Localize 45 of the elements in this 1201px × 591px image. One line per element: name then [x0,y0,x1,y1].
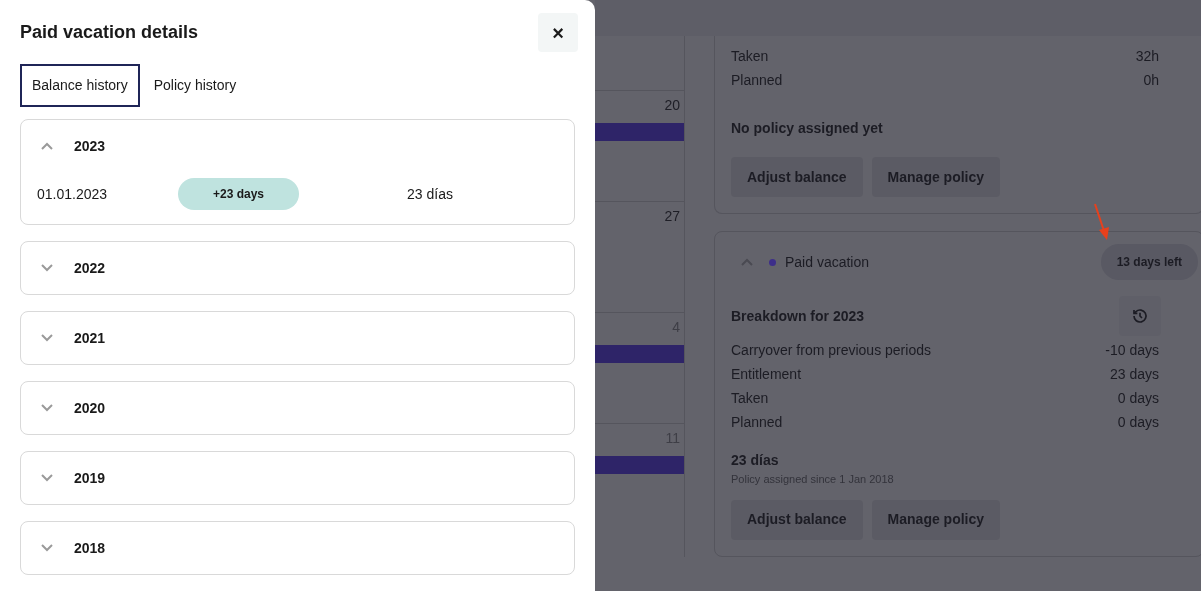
event-bar[interactable] [595,123,684,141]
policy-title: 23 días [731,451,780,470]
close-button[interactable]: × [538,13,578,52]
event-bar[interactable] [595,456,684,474]
year-header[interactable]: 2023 [21,120,574,172]
card-title: Paid vacation [785,252,870,272]
annotation-arrow-icon [1092,202,1111,242]
chevron-down-icon [41,544,53,552]
chevron-up-icon [41,142,53,150]
row-value: 0 days [1117,388,1159,408]
row-label: Planned [731,70,783,90]
year-header[interactable]: 2018 [21,522,574,574]
entry-date: 01.01.2023 [37,184,109,204]
row-label: Planned [731,412,783,432]
year-header[interactable]: 2020 [21,382,574,434]
row-value: -10 days [1105,340,1159,360]
days-left-badge: 13 days left [1100,244,1198,280]
row-value: 32h [1135,46,1159,66]
row-value: 0 days [1117,412,1159,432]
tab[interactable]: Balance history [20,64,140,107]
year-header[interactable]: 2022 [21,242,574,294]
year-header[interactable]: 2021 [21,312,574,364]
chevron-up-icon [741,258,753,266]
breakdown-title: Breakdown for 2023 [731,306,865,326]
day-number: 27 [664,207,680,226]
entry-balance: 23 días [407,184,453,204]
change-pill: +23 days [178,178,299,210]
day-number: 20 [664,96,680,115]
event-bar[interactable] [595,345,684,363]
history-icon [1132,308,1148,324]
row-label: Entitlement [731,364,802,384]
policy-title: No policy assigned yet [731,119,884,138]
row-value: 0h [1143,70,1159,90]
tab[interactable]: Policy history [141,64,249,107]
row-label: Taken [731,46,769,66]
year-header[interactable]: 2019 [21,452,574,504]
row-label: Carryover from previous periods [731,340,931,360]
chevron-down-icon [41,474,53,482]
drawer-title: Paid vacation details [20,21,199,44]
history-button[interactable] [1119,296,1161,336]
chevron-down-icon [41,334,53,342]
chevron-down-icon [41,264,53,272]
row-value: 23 days [1109,364,1159,384]
chevron-down-icon [41,404,53,412]
row-label: Taken [731,388,769,408]
